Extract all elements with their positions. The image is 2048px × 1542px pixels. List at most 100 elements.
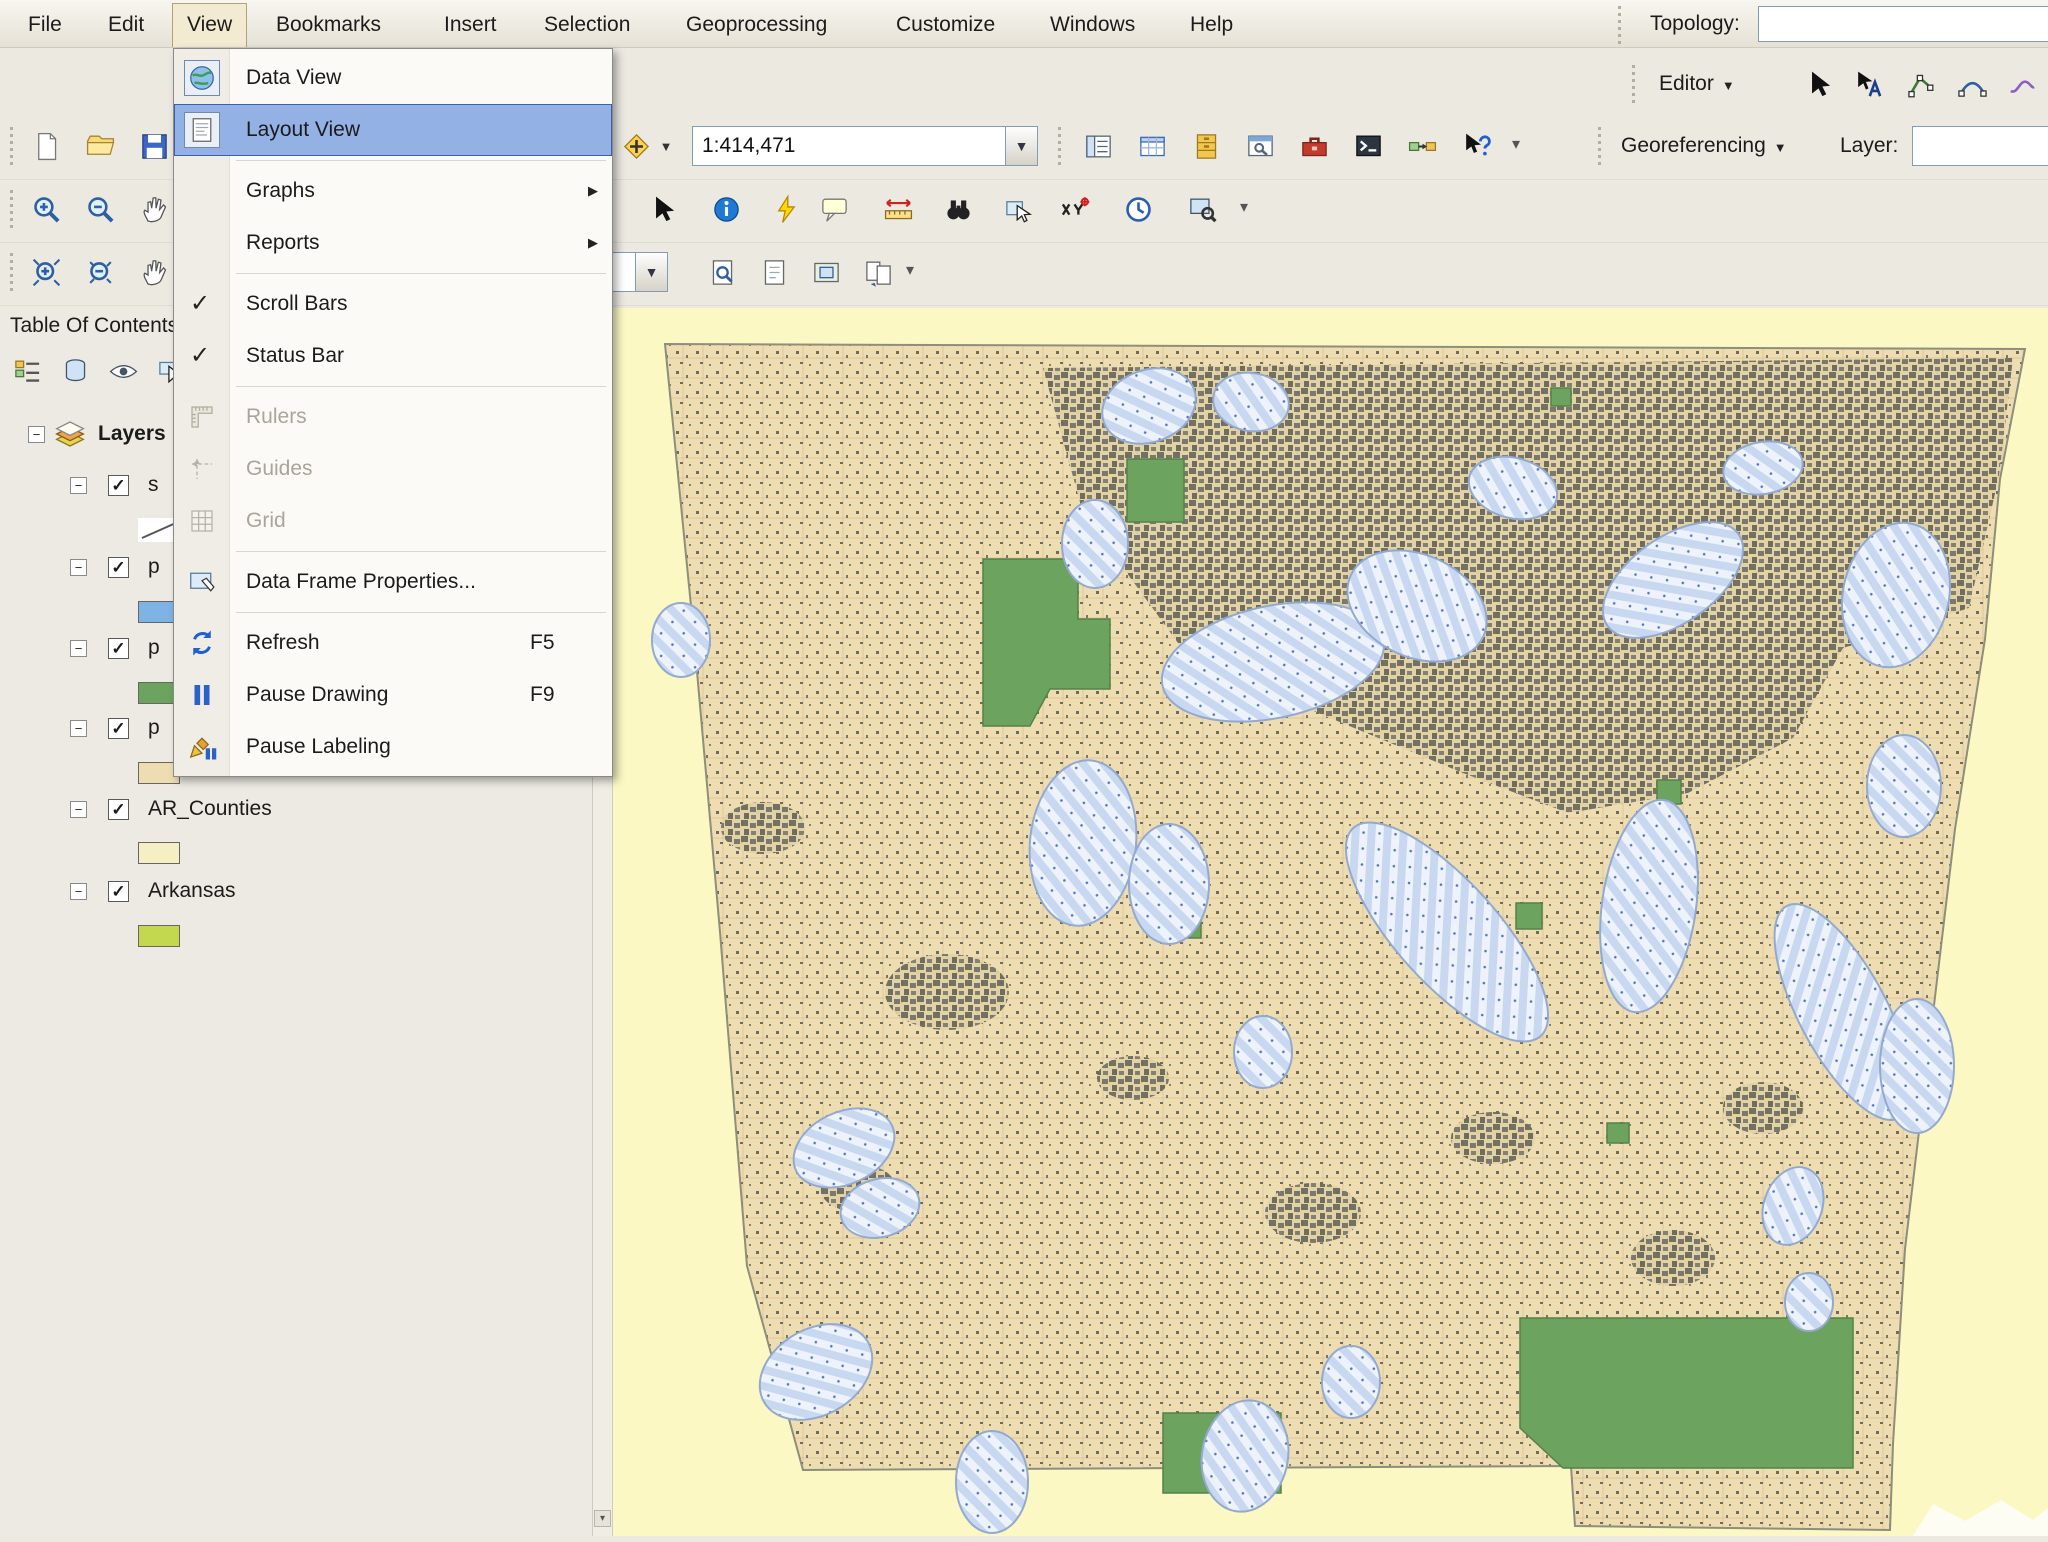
- fixed-zoom-out-button[interactable]: [78, 250, 122, 294]
- layer-symbol-counties[interactable]: [138, 842, 180, 864]
- menu-file[interactable]: File: [14, 3, 76, 47]
- scale-combo[interactable]: ▼: [692, 126, 1038, 166]
- collapse-layer-button[interactable]: −: [70, 640, 87, 657]
- editor-menu-button[interactable]: Editor▼: [1648, 62, 1746, 106]
- layer-label[interactable]: s: [148, 473, 159, 497]
- callout-button[interactable]: [812, 187, 856, 231]
- layer-label-ar-counties[interactable]: AR_Counties: [148, 797, 272, 821]
- list-by-drawing-order-button[interactable]: [8, 352, 46, 390]
- modelbuilder-button[interactable]: [1400, 124, 1444, 168]
- toolbar-overflow[interactable]: ▾: [1512, 134, 1520, 154]
- menu-selection[interactable]: Selection: [530, 3, 644, 47]
- measure-button[interactable]: [876, 187, 920, 231]
- scale-dropdown-button[interactable]: ▼: [1005, 127, 1037, 165]
- layer-checkbox[interactable]: ✓: [108, 475, 129, 496]
- viewer-window-button[interactable]: [1180, 187, 1224, 231]
- menu-view[interactable]: View: [172, 3, 247, 47]
- menu-item-reports[interactable]: Reports ▶: [174, 217, 612, 269]
- python-window-button[interactable]: [1346, 124, 1390, 168]
- layer-label[interactable]: p: [148, 636, 160, 660]
- toolbar-grip[interactable]: [8, 127, 15, 165]
- toolbar-grip[interactable]: [1630, 65, 1637, 103]
- georef-layer-combo[interactable]: [1912, 126, 2048, 166]
- toolbar-grip[interactable]: [8, 253, 15, 291]
- collapse-layer-button[interactable]: −: [70, 477, 87, 494]
- new-document-button[interactable]: [24, 124, 68, 168]
- layer-checkbox[interactable]: ✓: [108, 638, 129, 659]
- topology-input[interactable]: [1759, 7, 2048, 41]
- menu-item-graphs[interactable]: Graphs ▶: [174, 165, 612, 217]
- select-features-button[interactable]: [996, 187, 1040, 231]
- list-by-source-button[interactable]: [56, 352, 94, 390]
- select-elements-button[interactable]: [640, 187, 684, 231]
- zoom-whole-page-button[interactable]: [700, 250, 744, 294]
- edit-tool-button[interactable]: [1796, 62, 1840, 106]
- menu-item-scroll-bars[interactable]: ✓ Scroll Bars: [174, 278, 612, 330]
- menu-insert[interactable]: Insert: [430, 3, 511, 47]
- collapse-layer-button[interactable]: −: [70, 801, 87, 818]
- menu-customize[interactable]: Customize: [882, 3, 1009, 47]
- menu-help[interactable]: Help: [1176, 3, 1247, 47]
- menu-bookmarks[interactable]: Bookmarks: [262, 3, 395, 47]
- attribute-table-button[interactable]: [1130, 124, 1174, 168]
- pan-button[interactable]: [132, 187, 176, 231]
- map-canvas[interactable]: [613, 308, 2048, 1536]
- layer-label[interactable]: p: [148, 555, 160, 579]
- layout-zoom-dropdown[interactable]: ▼: [635, 253, 667, 291]
- georef-layer-input[interactable]: [1913, 127, 2048, 165]
- toolbar-overflow[interactable]: ▾: [906, 260, 914, 280]
- collapse-layer-button[interactable]: −: [70, 883, 87, 900]
- layer-checkbox[interactable]: ✓: [108, 881, 129, 902]
- sketch-trace-button[interactable]: [2000, 62, 2044, 106]
- html-popup-button[interactable]: [764, 187, 808, 231]
- list-by-visibility-button[interactable]: [104, 352, 142, 390]
- edit-annotation-button[interactable]: [1846, 62, 1890, 106]
- menu-item-refresh[interactable]: Refresh F5: [174, 617, 612, 669]
- add-data-button[interactable]: [614, 124, 658, 168]
- catalog-window-button[interactable]: [1184, 124, 1228, 168]
- toolbar-overflow[interactable]: ▾: [1240, 197, 1248, 217]
- georeferencing-menu-button[interactable]: Georeferencing▼: [1610, 124, 1798, 168]
- find-button[interactable]: [936, 187, 980, 231]
- collapse-layer-button[interactable]: −: [70, 559, 87, 576]
- layer-label[interactable]: p: [148, 716, 160, 740]
- scroll-down-button[interactable]: ▾: [594, 1510, 611, 1527]
- layer-symbol-arkansas[interactable]: [138, 925, 180, 947]
- change-layout-button[interactable]: [856, 250, 900, 294]
- menu-item-data-view[interactable]: Data View: [174, 52, 612, 104]
- save-button[interactable]: [132, 124, 176, 168]
- arctoolbox-button[interactable]: [1292, 124, 1336, 168]
- layer-checkbox[interactable]: ✓: [108, 557, 129, 578]
- collapse-layers-button[interactable]: −: [28, 426, 45, 443]
- focus-data-frame-button[interactable]: [804, 250, 848, 294]
- menu-item-status-bar[interactable]: ✓ Status Bar: [174, 330, 612, 382]
- collapse-layer-button[interactable]: −: [70, 720, 87, 737]
- layer-label-arkansas[interactable]: Arkansas: [148, 879, 236, 903]
- fixed-zoom-in-button[interactable]: [24, 250, 68, 294]
- zoom-in-button[interactable]: [24, 187, 68, 231]
- menu-geoprocessing[interactable]: Geoprocessing: [672, 3, 841, 47]
- menu-windows[interactable]: Windows: [1036, 3, 1149, 47]
- toolbar-grip[interactable]: [8, 190, 15, 228]
- toc-window-button[interactable]: [1076, 124, 1120, 168]
- pan-layout-button[interactable]: [132, 250, 176, 294]
- layer-checkbox[interactable]: ✓: [108, 799, 129, 820]
- menu-edit[interactable]: Edit: [94, 3, 158, 47]
- sketch-arc-button[interactable]: [1950, 62, 1994, 106]
- layers-root-label[interactable]: Layers: [98, 422, 166, 446]
- sketch-line-button[interactable]: [1900, 62, 1944, 106]
- search-window-button[interactable]: [1238, 124, 1282, 168]
- menu-item-layout-view[interactable]: Layout View: [174, 104, 612, 156]
- open-document-button[interactable]: [78, 124, 122, 168]
- add-data-dropdown[interactable]: ▼: [656, 124, 676, 168]
- zoom-out-button[interactable]: [78, 187, 122, 231]
- toolbar-grip[interactable]: [1056, 127, 1063, 165]
- go-to-xy-button[interactable]: [1052, 187, 1096, 231]
- identify-button[interactable]: [704, 187, 748, 231]
- zoom-100-button[interactable]: [752, 250, 796, 294]
- scale-input[interactable]: [693, 127, 1005, 165]
- whats-this-button[interactable]: [1454, 124, 1498, 168]
- topology-combo[interactable]: [1758, 6, 2048, 42]
- menu-item-pause-labeling[interactable]: Pause Labeling: [174, 721, 612, 773]
- toolbar-grip[interactable]: [1616, 6, 1623, 44]
